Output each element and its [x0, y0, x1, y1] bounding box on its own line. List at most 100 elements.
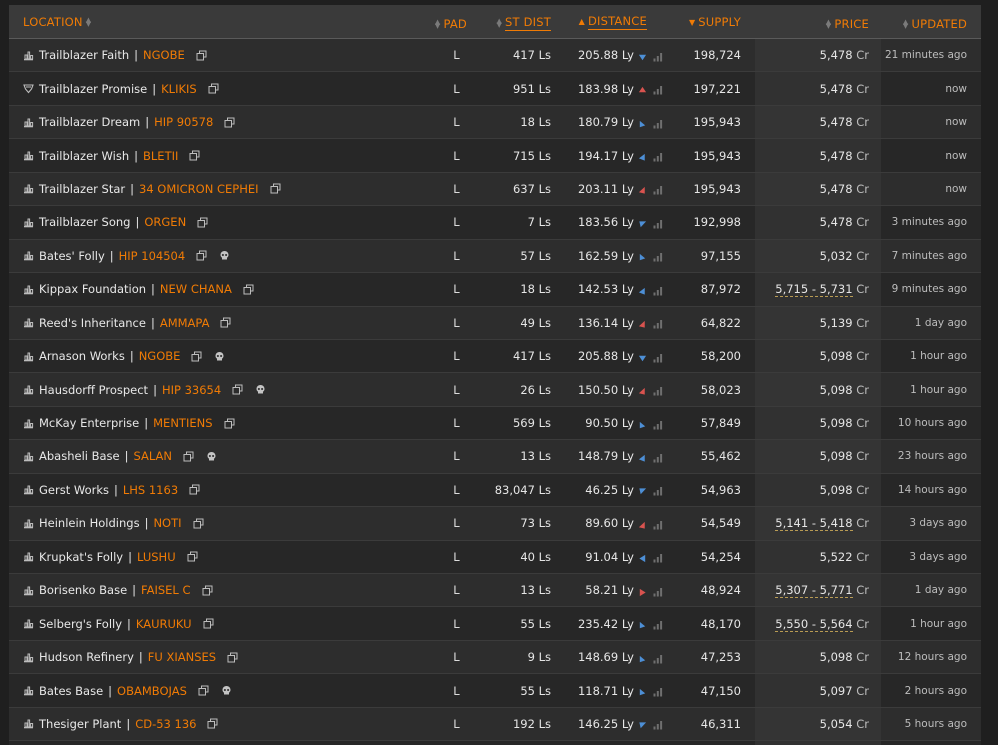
system-name[interactable]: LHS 1163 [123, 483, 178, 497]
bar-chart-icon[interactable] [653, 619, 663, 630]
system-name[interactable]: AMMAPA [160, 316, 210, 330]
trend-cell[interactable] [647, 740, 669, 745]
trend-cell[interactable] [647, 38, 669, 73]
bar-chart-icon[interactable] [653, 218, 663, 229]
trend-cell[interactable] [647, 372, 669, 407]
copy-icon[interactable] [198, 685, 209, 696]
trend-cell[interactable] [647, 172, 669, 207]
trend-cell[interactable] [647, 606, 669, 641]
bar-chart-icon[interactable] [653, 552, 663, 563]
table-row[interactable]: Trailblazer Song | ORGEN L 7 Ls 183.56 L… [9, 205, 981, 240]
system-name[interactable]: NGOBE [139, 349, 181, 363]
system-name[interactable]: CD-53 136 [135, 717, 196, 731]
bar-chart-icon[interactable] [653, 318, 663, 329]
trend-cell[interactable] [647, 573, 669, 608]
system-name[interactable]: FU XIANSES [148, 650, 216, 664]
system-name[interactable]: LUSHU [137, 550, 176, 564]
copy-icon[interactable] [224, 117, 235, 128]
column-header-location[interactable]: LOCATION ▲ ▼ [9, 5, 434, 39]
table-row[interactable]: Krupkat's Folly | LUSHU L 40 Ls 91.04 Ly… [9, 540, 981, 575]
station-name[interactable]: Trailblazer Wish [39, 149, 129, 163]
table-row[interactable]: Arnason Works | NGOBE L 417 Ls 205.88 Ly… [9, 339, 981, 374]
table-row[interactable]: Trailblazer Star | 34 OMICRON CEPHEI L 6… [9, 172, 981, 207]
system-name[interactable]: 34 OMICRON CEPHEI [139, 182, 259, 196]
bar-chart-icon[interactable] [653, 586, 663, 597]
station-name[interactable]: Thesiger Plant [39, 717, 121, 731]
column-header-pad[interactable]: ▲ ▼ PAD [434, 5, 479, 39]
system-name[interactable]: FAISEL C [141, 583, 190, 597]
station-name[interactable]: Hausdorff Prospect [39, 383, 148, 397]
system-name[interactable]: OBAMBOJAS [117, 684, 187, 698]
trend-cell[interactable] [647, 439, 669, 474]
copy-icon[interactable] [193, 518, 204, 529]
bar-chart-icon[interactable] [653, 519, 663, 530]
copy-icon[interactable] [202, 585, 213, 596]
system-name[interactable]: NEW CHANA [160, 282, 232, 296]
trend-cell[interactable] [647, 306, 669, 340]
bar-chart-icon[interactable] [653, 84, 663, 95]
bar-chart-icon[interactable] [653, 285, 663, 296]
system-name[interactable]: HIP 33654 [162, 383, 221, 397]
table-row[interactable]: Hudson Refinery | FU XIANSES L 9 Ls 148.… [9, 640, 981, 675]
system-name[interactable]: ORGEN [144, 215, 186, 229]
table-row[interactable]: Borisenko Base | FAISEL C L 13 Ls 58.21 … [9, 573, 981, 608]
copy-icon[interactable] [187, 551, 198, 562]
copy-icon[interactable] [232, 384, 243, 395]
station-name[interactable]: Trailblazer Dream [39, 115, 140, 129]
station-name[interactable]: Gerst Works [39, 483, 109, 497]
copy-icon[interactable] [220, 317, 231, 328]
station-name[interactable]: Bates' Folly [39, 249, 105, 263]
station-name[interactable]: Trailblazer Star [39, 182, 125, 196]
table-row[interactable]: Bates' Folly | HIP 104504 L 57 Ls 162.59… [9, 239, 981, 274]
trend-cell[interactable] [647, 640, 669, 675]
system-name[interactable]: KAURUKU [136, 617, 192, 631]
table-row[interactable]: Thesiger Plant | CD-53 136 L 192 Ls 146.… [9, 707, 981, 742]
copy-icon[interactable] [208, 83, 219, 94]
bar-chart-icon[interactable] [653, 719, 663, 730]
column-header-updated[interactable]: ▲ ▼ UPDATED [881, 5, 981, 39]
table-row[interactable]: Trailblazer Dream | HIP 90578 L 18 Ls 18… [9, 105, 981, 140]
system-name[interactable]: NOTI [153, 516, 181, 530]
copy-icon[interactable] [189, 150, 200, 161]
column-header-distance[interactable]: ▲ DISTANCE [551, 5, 647, 39]
copy-icon[interactable] [197, 217, 208, 228]
copy-icon[interactable] [196, 250, 207, 261]
table-row[interactable]: Reed's Inheritance | AMMAPA L 49 Ls 136.… [9, 306, 981, 340]
system-name[interactable]: SALAN [134, 449, 173, 463]
station-name[interactable]: Borisenko Base [39, 583, 127, 597]
trend-cell[interactable] [647, 105, 669, 140]
table-row[interactable]: McKay Enterprise | MENTIENS L 569 Ls 90.… [9, 406, 981, 441]
table-row[interactable]: Hausdorff Prospect | HIP 33654 L 26 Ls 1… [9, 372, 981, 407]
station-name[interactable]: Reed's Inheritance [39, 316, 146, 330]
table-row[interactable]: Abasheli Base | SALAN L 13 Ls 148.79 Ly … [9, 439, 981, 474]
bar-chart-icon[interactable] [653, 485, 663, 496]
station-name[interactable]: Hudson Refinery [39, 650, 134, 664]
column-header-supply[interactable]: ▼ SUPPLY [669, 5, 755, 39]
station-name[interactable]: Kippax Foundation [39, 282, 146, 296]
bar-chart-icon[interactable] [653, 352, 663, 363]
copy-icon[interactable] [196, 50, 207, 61]
copy-icon[interactable] [224, 418, 235, 429]
column-header-st-dist[interactable]: ▲ ▼ ST DIST [479, 5, 551, 39]
bar-chart-icon[interactable] [653, 419, 663, 430]
table-row[interactable]: Gerst Works | LHS 1163 L 83,047 Ls 46.25… [9, 473, 981, 508]
trend-cell[interactable] [647, 406, 669, 441]
bar-chart-icon[interactable] [653, 452, 663, 463]
bar-chart-icon[interactable] [653, 686, 663, 697]
station-name[interactable]: Abasheli Base [39, 449, 120, 463]
trend-cell[interactable] [647, 205, 669, 240]
system-name[interactable]: KLIKIS [161, 82, 197, 96]
copy-icon[interactable] [243, 284, 254, 295]
station-name[interactable]: Trailblazer Song [39, 215, 130, 229]
bar-chart-icon[interactable] [653, 653, 663, 664]
copy-icon[interactable] [203, 618, 214, 629]
table-row[interactable]: Trailblazer Wish | BLETII L 715 Ls 194.1… [9, 138, 981, 173]
trend-cell[interactable] [647, 540, 669, 575]
station-name[interactable]: McKay Enterprise [39, 416, 139, 430]
table-row[interactable]: Kippax Foundation | NEW CHANA L 18 Ls 14… [9, 272, 981, 307]
station-name[interactable]: Selberg's Folly [39, 617, 122, 631]
system-name[interactable]: HIP 90578 [154, 115, 213, 129]
system-name[interactable]: NGOBE [143, 48, 185, 62]
trend-cell[interactable] [647, 272, 669, 307]
station-name[interactable]: Krupkat's Folly [39, 550, 123, 564]
